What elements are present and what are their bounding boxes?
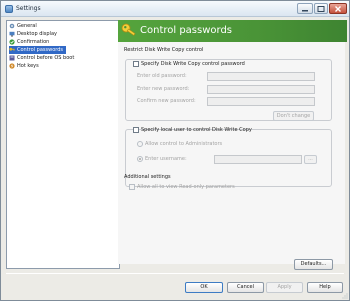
help-button[interactable]: Help: [307, 282, 343, 293]
tree-item-hot-keys[interactable]: Hot keys: [9, 62, 42, 70]
settings-window: Settings General Desktop display Confirm…: [0, 0, 350, 301]
close-icon: [335, 5, 341, 12]
additional-settings-heading: Additional settings: [124, 174, 171, 180]
confirm-password-field[interactable]: [207, 97, 315, 106]
maximize-icon: [317, 5, 325, 12]
confirm-password-label: Confirm new password:: [137, 98, 196, 104]
enter-username-label: Enter username:: [145, 156, 187, 162]
tree-item-desktop-display[interactable]: Desktop display: [9, 30, 60, 38]
tree-item-general[interactable]: General: [9, 22, 40, 30]
tree-item-label: Confirmation: [17, 39, 50, 45]
tree-item-label: Control before OS boot: [17, 55, 75, 61]
maximize-button[interactable]: [314, 3, 328, 14]
allow-admins-radio[interactable]: [137, 141, 143, 147]
minimize-button[interactable]: [297, 3, 313, 14]
panel-title: Control passwords: [140, 25, 233, 36]
ok-button[interactable]: OK: [185, 282, 223, 293]
cancel-button[interactable]: Cancel: [227, 282, 264, 293]
key-icon: [121, 23, 136, 36]
tree-item-confirmation[interactable]: Confirmation: [9, 38, 52, 46]
footer-separator: [6, 273, 344, 274]
allow-readonly-label: Allow all to view Read-only parameters: [137, 184, 235, 190]
tree-item-label: Desktop display: [17, 31, 57, 37]
specify-local-user-label: Specify local user to control Disk Write…: [141, 127, 252, 133]
specify-password-label: Specify Disk Write Copy control password: [141, 61, 245, 67]
old-password-label: Enter old password:: [137, 73, 187, 79]
gear-icon: [9, 23, 15, 29]
browse-user-button[interactable]: ...: [304, 155, 317, 164]
specify-password-checkbox[interactable]: [133, 61, 139, 67]
confirm-icon: [9, 39, 15, 45]
settings-tree: General Desktop display Confirmation Con…: [6, 20, 120, 269]
settings-panel: Control passwords Restrict Disk Write Co…: [118, 20, 347, 264]
defaults-button[interactable]: Defaults...: [294, 259, 333, 270]
panel-banner: Control passwords: [118, 20, 347, 42]
tree-item-label: General: [17, 23, 37, 29]
tree-item-label: Control passwords: [17, 47, 64, 53]
dont-change-button[interactable]: Don't change: [273, 111, 314, 121]
tree-item-control-passwords[interactable]: Control passwords: [9, 46, 67, 54]
key-icon: [9, 47, 15, 51]
tree-item-control-before-os-boot[interactable]: Control before OS boot: [9, 54, 77, 62]
app-icon: [5, 5, 13, 13]
new-password-field[interactable]: [207, 85, 315, 94]
enter-username-radio[interactable]: [137, 156, 143, 162]
apply-button[interactable]: Apply: [266, 282, 303, 293]
new-password-label: Enter new password:: [137, 86, 190, 92]
display-icon: [9, 31, 15, 37]
minimize-icon: [302, 9, 308, 11]
close-button[interactable]: [329, 3, 347, 14]
specify-local-user-checkbox[interactable]: [133, 127, 139, 133]
resize-grip-icon[interactable]: [342, 293, 348, 299]
allow-admins-label: Allow control to Administrators: [145, 141, 223, 147]
window-title: Settings: [16, 5, 41, 12]
username-field[interactable]: [214, 155, 302, 164]
title-bar: Settings: [1, 1, 349, 17]
tree-item-label: Hot keys: [17, 63, 39, 69]
old-password-field[interactable]: [207, 72, 315, 81]
hotkey-icon: [9, 63, 15, 69]
allow-readonly-checkbox[interactable]: [129, 184, 135, 190]
restrict-section-heading: Restrict Disk Write Copy control: [124, 47, 204, 53]
boot-icon: [9, 55, 15, 61]
